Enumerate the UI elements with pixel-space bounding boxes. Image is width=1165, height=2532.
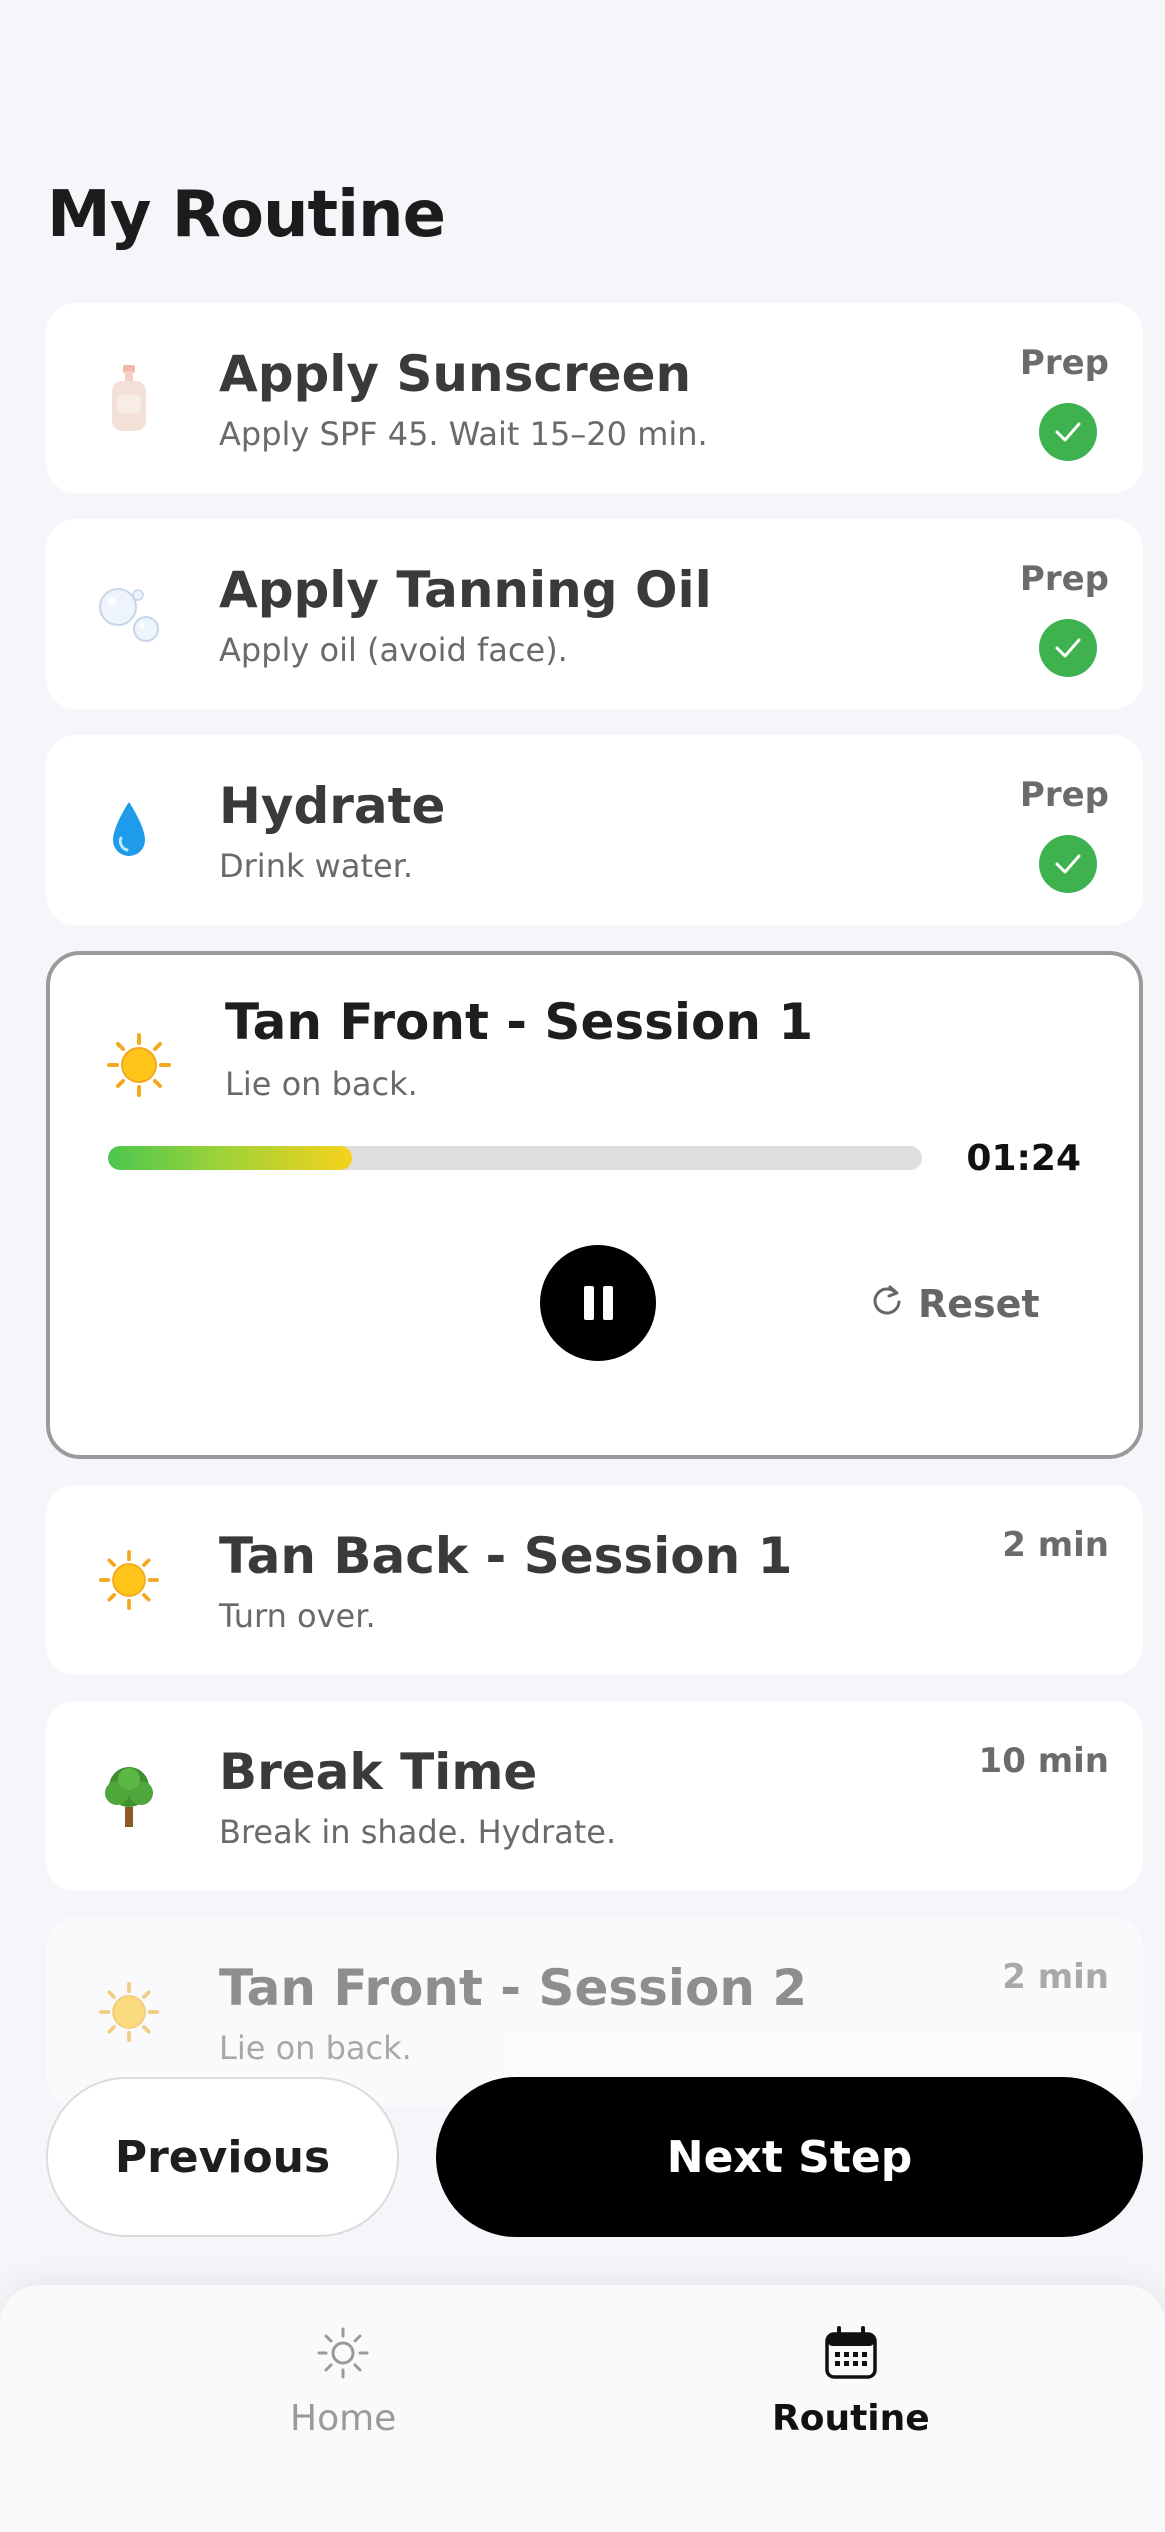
step-description: Apply SPF 45. Wait 15–20 min. — [219, 415, 708, 453]
step-duration: 10 min — [978, 1741, 1109, 1781]
step-description: Apply oil (avoid face). — [219, 631, 568, 669]
next-step-button[interactable]: Next Step — [436, 2077, 1143, 2237]
step-tag: Prep — [1019, 343, 1109, 383]
pause-icon — [583, 1286, 613, 1320]
step-title: Apply Tanning Oil — [219, 561, 712, 619]
active-step-card[interactable]: Tan Front - Session 1 Lie on back. 01:24… — [46, 951, 1143, 1459]
list-item[interactable]: Apply Tanning Oil Apply oil (avoid face)… — [46, 519, 1143, 709]
step-title: Tan Front - Session 1 — [225, 993, 814, 1051]
list-item[interactable]: Hydrate Drink water. Prep — [46, 735, 1143, 925]
step-title: Tan Front - Session 2 — [219, 1959, 808, 2017]
list-item[interactable]: Apply Sunscreen Apply SPF 45. Wait 15–20… — [46, 303, 1143, 493]
list-item[interactable]: Tan Back - Session 1 Turn over. 2 min — [46, 1485, 1143, 1675]
step-title: Break Time — [219, 1743, 538, 1801]
step-tag: Prep — [1019, 775, 1109, 815]
pause-button[interactable] — [540, 1245, 656, 1361]
sun-icon — [315, 2325, 371, 2390]
check-icon — [1039, 403, 1097, 461]
step-description: Turn over. — [219, 1597, 376, 1635]
routine-list: Apply Sunscreen Apply SPF 45. Wait 15–20… — [46, 303, 1143, 2133]
calendar-icon — [823, 2325, 879, 2390]
list-item[interactable]: Break Time Break in shade. Hydrate. 10 m… — [46, 1701, 1143, 1891]
step-description: Break in shade. Hydrate. — [219, 1813, 617, 1851]
step-tag: Prep — [1019, 559, 1109, 599]
step-title: Tan Back - Session 1 — [219, 1527, 793, 1585]
tab-bar: Home Routine — [0, 2285, 1165, 2532]
tab-label: Home — [290, 2398, 397, 2439]
page-title: My Routine — [47, 178, 446, 252]
timer: 01:24 — [966, 1138, 1081, 1179]
step-description: Drink water. — [219, 847, 414, 885]
reset-icon — [870, 1282, 904, 1326]
step-title: Hydrate — [219, 777, 446, 835]
reset-button[interactable]: Reset — [870, 1282, 1040, 1326]
bubbles-icon — [96, 574, 162, 654]
reset-label: Reset — [918, 1282, 1040, 1326]
progress-bar — [108, 1146, 922, 1170]
progress-fill — [108, 1146, 353, 1170]
step-description: Lie on back. — [225, 1065, 418, 1103]
check-icon — [1039, 619, 1097, 677]
sun-icon — [106, 1025, 172, 1105]
step-duration: 2 min — [1002, 1957, 1109, 1997]
tab-routine[interactable]: Routine — [772, 2325, 930, 2439]
step-title: Apply Sunscreen — [219, 345, 692, 403]
check-icon — [1039, 835, 1097, 893]
tab-home[interactable]: Home — [290, 2325, 396, 2439]
sun-icon — [96, 1972, 162, 2052]
step-navigation: Previous Next Step — [46, 2077, 1143, 2237]
lotion-bottle-icon — [96, 358, 162, 438]
droplet-icon — [96, 790, 162, 870]
previous-button[interactable]: Previous — [46, 2077, 399, 2237]
sun-icon — [96, 1540, 162, 1620]
step-description: Lie on back. — [219, 2029, 412, 2067]
tab-label: Routine — [772, 2398, 930, 2439]
tree-icon — [96, 1756, 162, 1836]
step-duration: 2 min — [1002, 1525, 1109, 1565]
